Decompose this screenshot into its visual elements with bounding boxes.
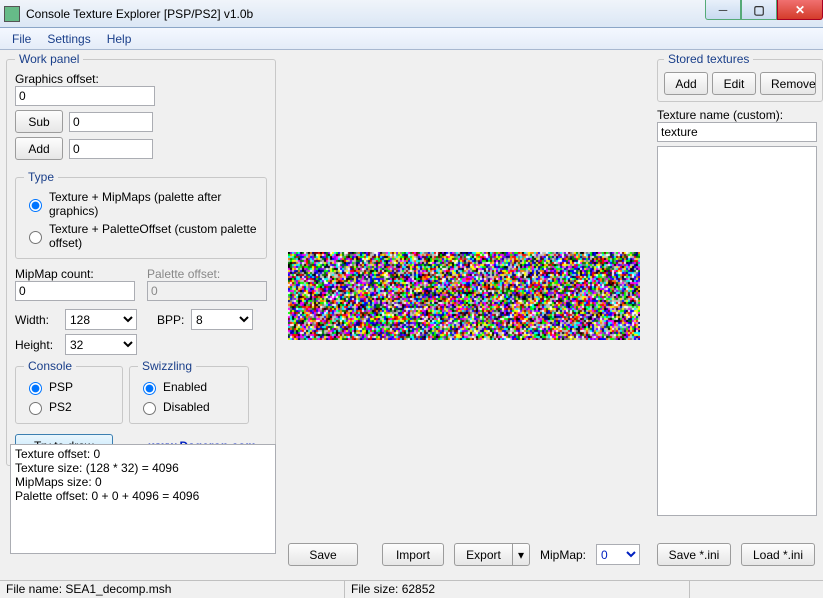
- console-group: Console PSP PS2: [15, 359, 123, 424]
- add-value-input[interactable]: [69, 139, 153, 159]
- app-icon: [4, 6, 20, 22]
- height-select[interactable]: 32: [65, 334, 137, 355]
- status-filename: File name: SEA1_decomp.msh: [0, 581, 345, 598]
- stored-remove-button[interactable]: Remove: [760, 72, 816, 95]
- export-button[interactable]: Export: [454, 543, 512, 566]
- swizzling-enabled-label: Enabled: [163, 380, 207, 394]
- mipmap-select[interactable]: 0: [596, 544, 640, 565]
- swizzling-enabled-radio[interactable]: [143, 382, 156, 395]
- import-button[interactable]: Import: [382, 543, 444, 566]
- save-button[interactable]: Save: [288, 543, 358, 566]
- width-label: Width:: [15, 313, 59, 327]
- stored-textures-listbox[interactable]: [657, 146, 817, 516]
- add-button[interactable]: Add: [15, 137, 63, 160]
- bpp-label: BPP:: [157, 313, 185, 327]
- swizzling-disabled-radio[interactable]: [143, 402, 156, 415]
- type-radio-paletteoffset[interactable]: [29, 231, 42, 244]
- export-dropdown-arrow[interactable]: ▾: [512, 543, 530, 566]
- graphics-offset-label: Graphics offset:: [15, 72, 99, 86]
- palette-offset-input: [147, 281, 267, 301]
- width-select[interactable]: 128: [65, 309, 137, 330]
- type-opt2-label: Texture + PaletteOffset (custom palette …: [49, 222, 258, 250]
- menu-help[interactable]: Help: [99, 30, 140, 48]
- console-ps2-radio[interactable]: [29, 402, 42, 415]
- mipmap-dropdown-label: MipMap:: [540, 548, 586, 562]
- graphics-offset-input[interactable]: [15, 86, 155, 106]
- height-label: Height:: [15, 338, 59, 352]
- work-panel-title: Work panel: [15, 52, 83, 66]
- stored-add-button[interactable]: Add: [664, 72, 708, 95]
- swizzling-group: Swizzling Enabled Disabled: [129, 359, 249, 424]
- sub-button[interactable]: Sub: [15, 110, 63, 133]
- status-filesize: File size: 62852: [345, 581, 690, 598]
- swizzling-disabled-label: Disabled: [163, 400, 210, 414]
- window-title: Console Texture Explorer [PSP/PS2] v1.0b: [26, 7, 253, 21]
- menu-file[interactable]: File: [4, 30, 39, 48]
- log-textarea[interactable]: Texture offset: 0 Texture size: (128 * 3…: [10, 444, 276, 554]
- status-bar: File name: SEA1_decomp.msh File size: 62…: [0, 580, 823, 598]
- type-group: Type Texture + MipMaps (palette after gr…: [15, 170, 267, 259]
- maximize-button[interactable]: ▢: [741, 0, 777, 20]
- palette-offset-label: Palette offset:: [147, 267, 220, 281]
- work-panel-group: Work panel Graphics offset: Sub Add Type…: [6, 52, 276, 466]
- type-radio-mipmaps[interactable]: [29, 199, 42, 212]
- title-bar: Console Texture Explorer [PSP/PS2] v1.0b…: [0, 0, 823, 28]
- texture-name-label: Texture name (custom):: [657, 108, 783, 122]
- menu-bar: File Settings Help: [0, 28, 823, 50]
- save-ini-button[interactable]: Save *.ini: [657, 543, 731, 566]
- texture-name-input[interactable]: [657, 122, 817, 142]
- mipmap-count-input[interactable]: [15, 281, 135, 301]
- mipmap-count-label: MipMap count:: [15, 267, 94, 281]
- stored-edit-button[interactable]: Edit: [712, 72, 756, 95]
- console-ps2-label: PS2: [49, 400, 72, 414]
- texture-preview: [288, 252, 640, 340]
- type-opt1-label: Texture + MipMaps (palette after graphic…: [49, 190, 258, 218]
- menu-settings[interactable]: Settings: [39, 30, 98, 48]
- minimize-button[interactable]: ─: [705, 0, 741, 20]
- bpp-select[interactable]: 8: [191, 309, 253, 330]
- stored-textures-group: Stored textures Add Edit Remove: [657, 52, 823, 102]
- texture-canvas: [288, 252, 640, 340]
- console-title: Console: [24, 359, 76, 373]
- console-psp-label: PSP: [49, 380, 73, 394]
- type-title: Type: [24, 170, 58, 184]
- swizzling-title: Swizzling: [138, 359, 196, 373]
- sub-value-input[interactable]: [69, 112, 153, 132]
- console-psp-radio[interactable]: [29, 382, 42, 395]
- close-button[interactable]: ✕: [777, 0, 823, 20]
- load-ini-button[interactable]: Load *.ini: [741, 543, 815, 566]
- stored-textures-title: Stored textures: [664, 52, 753, 66]
